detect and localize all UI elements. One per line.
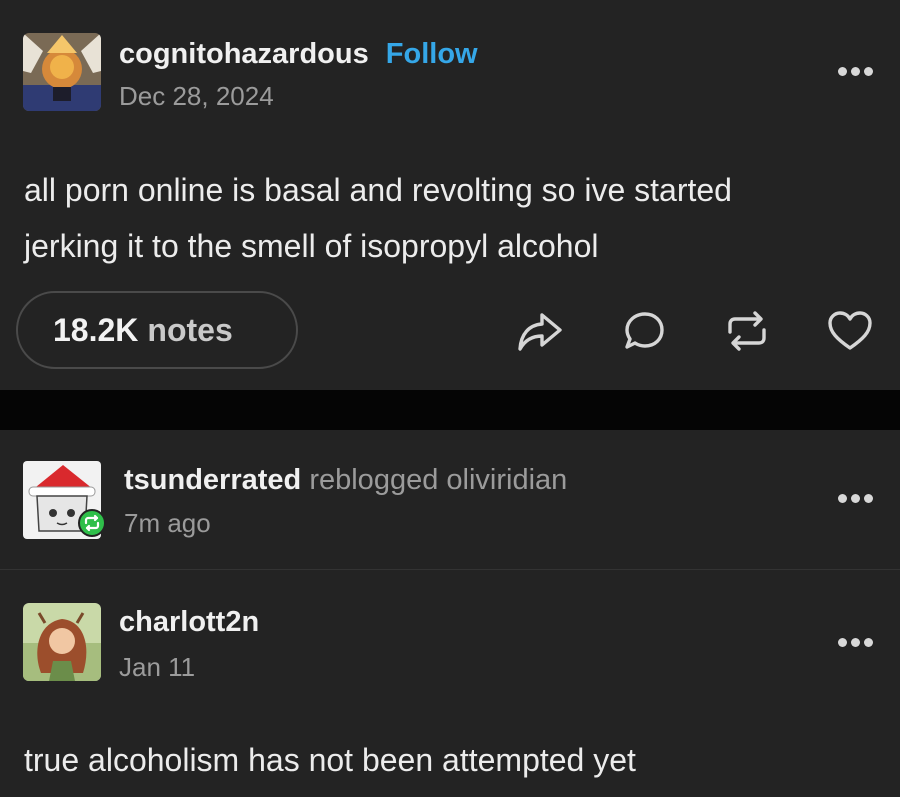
post-card: cognitohazardous Follow Dec 28, 2024 all… xyxy=(0,0,900,390)
reblog-time[interactable]: 7m ago xyxy=(124,508,211,539)
reblog-source[interactable]: oliviridian xyxy=(446,464,567,496)
post-date[interactable]: Dec 28, 2024 xyxy=(119,81,274,112)
reblog-action: reblogged xyxy=(309,464,439,496)
avatar-image xyxy=(23,603,101,681)
post-body-line: jerking it to the smell of isopropyl alc… xyxy=(24,228,599,264)
post-separator xyxy=(0,390,900,430)
like-icon[interactable] xyxy=(825,306,875,356)
reblogger-username[interactable]: tsunderrated xyxy=(124,464,301,496)
follow-button[interactable]: Follow xyxy=(386,38,478,70)
reply-icon[interactable] xyxy=(620,306,670,356)
notes-label: notes xyxy=(147,311,233,348)
notes-count: 18.2K xyxy=(53,311,139,348)
more-options-icon[interactable] xyxy=(838,494,873,503)
more-options-icon[interactable] xyxy=(838,67,873,76)
post-card: tsunderrated reblogged oliviridian 7m ag… xyxy=(0,430,900,797)
reblog-icon[interactable] xyxy=(722,306,772,356)
share-icon[interactable] xyxy=(516,306,566,356)
more-options-icon[interactable] xyxy=(838,638,873,647)
divider xyxy=(0,569,900,570)
post-body: all porn online is basal and revolting s… xyxy=(24,162,894,274)
avatar-image xyxy=(23,33,101,111)
reblog-attribution: tsunderrated reblogged oliviridian xyxy=(124,464,567,497)
notes-button[interactable]: 18.2K notes xyxy=(16,291,298,369)
author-username[interactable]: cognitohazardous xyxy=(119,38,369,70)
post-author[interactable]: cognitohazardous Follow xyxy=(119,38,478,71)
reblog-badge-icon xyxy=(78,509,106,537)
post-body-line: all porn online is basal and revolting s… xyxy=(24,172,732,208)
avatar[interactable] xyxy=(23,603,101,681)
post-body: true alcoholism has not been attempted y… xyxy=(24,742,636,778)
avatar[interactable] xyxy=(23,33,101,111)
post-author[interactable]: charlott2n xyxy=(119,606,259,639)
post-date[interactable]: Jan 11 xyxy=(119,652,195,683)
